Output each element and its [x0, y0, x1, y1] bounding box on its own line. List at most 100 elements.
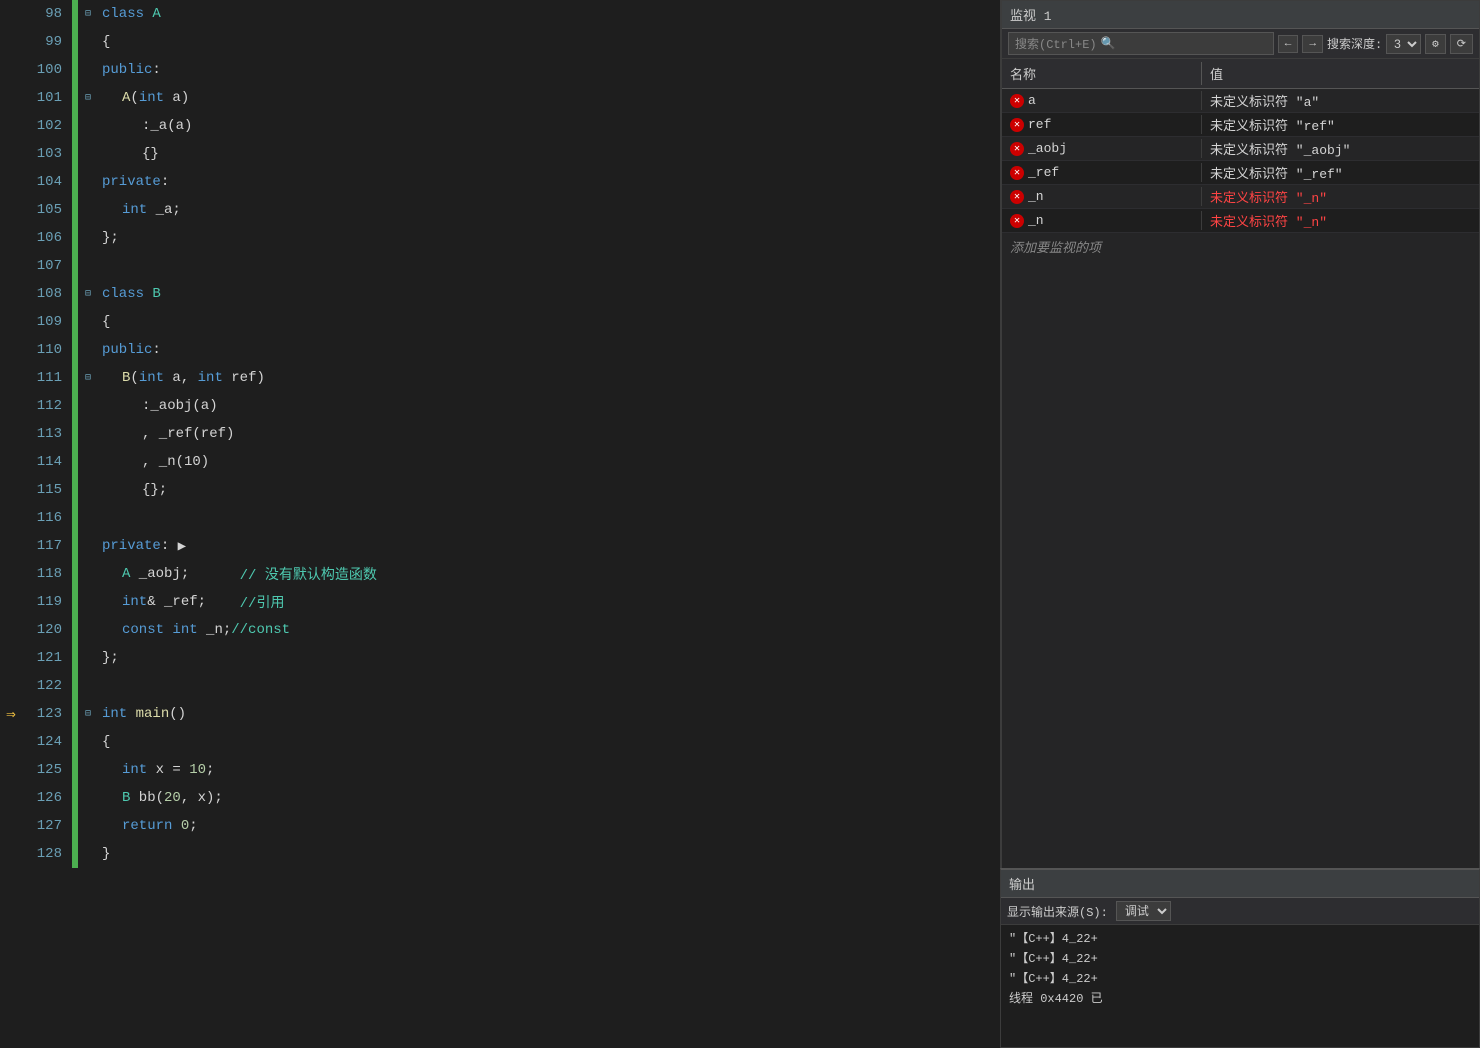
token: // 没有默认构造函数: [240, 564, 377, 584]
line-indicator: [0, 448, 22, 476]
line-indicator: [0, 616, 22, 644]
line-number: 100: [22, 56, 72, 84]
line-indicator: [0, 560, 22, 588]
token: (): [169, 706, 186, 722]
fold-indicator: [78, 644, 98, 672]
depth-select[interactable]: 3 1 2 5: [1386, 34, 1421, 54]
watch-row[interactable]: ✕_ref未定义标识符 "_ref": [1002, 161, 1479, 185]
code-line: 110public:: [0, 336, 1000, 364]
code-line: 111⊟B(int a, int ref): [0, 364, 1000, 392]
code-line: 127return 0;: [0, 812, 1000, 840]
code-line: 124{: [0, 728, 1000, 756]
token: [127, 706, 135, 722]
token: };: [102, 230, 119, 246]
forward-btn[interactable]: →: [1302, 35, 1323, 53]
token: {: [102, 734, 110, 750]
error-icon: ✕: [1010, 190, 1024, 204]
token: :_aobj(a): [142, 398, 218, 414]
line-number: 119: [22, 588, 72, 616]
token: B: [152, 286, 160, 302]
token: , _ref(ref): [142, 426, 234, 442]
token: {: [102, 314, 110, 330]
code-line: 113, _ref(ref): [0, 420, 1000, 448]
code-line: 100public:: [0, 56, 1000, 84]
fold-indicator[interactable]: ⊟: [78, 0, 98, 28]
token: ▶: [169, 538, 186, 555]
code-content: {: [98, 28, 1000, 56]
fold-indicator: [78, 588, 98, 616]
output-toolbar: 显示输出来源(S): 调试: [1001, 898, 1479, 925]
watch-cell-value: 未定义标识符 "ref": [1202, 113, 1479, 136]
watch-cell-name: ✕_n: [1002, 211, 1202, 230]
token: 20: [164, 790, 181, 806]
fold-indicator[interactable]: ⊟: [78, 700, 98, 728]
token: :_a(a): [142, 118, 192, 134]
fold-indicator[interactable]: ⊟: [78, 84, 98, 112]
watch-cell-name: ✕_ref: [1002, 163, 1202, 182]
watch-row[interactable]: ✕ref未定义标识符 "ref": [1002, 113, 1479, 137]
code-line: 103{}: [0, 140, 1000, 168]
fold-indicator[interactable]: ⊟: [78, 280, 98, 308]
output-line: 线程 0x4420 已: [1009, 989, 1471, 1009]
line-indicator: [0, 504, 22, 532]
fold-indicator[interactable]: ⊟: [78, 364, 98, 392]
code-content: [98, 252, 1000, 280]
output-title: 输出: [1009, 874, 1035, 893]
watch-cell-name: ✕_aobj: [1002, 139, 1202, 158]
fold-indicator: [78, 196, 98, 224]
code-content: int _a;: [98, 196, 1000, 224]
line-number: 109: [22, 308, 72, 336]
code-line: 117private: ▶: [0, 532, 1000, 560]
fold-indicator: [78, 56, 98, 84]
line-indicator: [0, 308, 22, 336]
line-number: 111: [22, 364, 72, 392]
line-indicator: [0, 756, 22, 784]
token: & _ref;: [147, 594, 239, 610]
settings-btn[interactable]: ⚙: [1425, 34, 1446, 54]
code-line: 112:_aobj(a): [0, 392, 1000, 420]
token: int: [122, 594, 147, 610]
code-line: 126B bb(20, x);: [0, 784, 1000, 812]
fold-indicator: [78, 28, 98, 56]
code-line: 102:_a(a): [0, 112, 1000, 140]
code-content: A _aobj; // 没有默认构造函数: [98, 560, 1000, 588]
fold-indicator: [78, 112, 98, 140]
back-btn[interactable]: ←: [1278, 35, 1299, 53]
watch-row[interactable]: ✕_n未定义标识符 "_n": [1002, 185, 1479, 209]
code-line: 106};: [0, 224, 1000, 252]
line-number: 103: [22, 140, 72, 168]
fold-indicator: [78, 616, 98, 644]
watch-row[interactable]: ✕_n未定义标识符 "_n": [1002, 209, 1479, 233]
token: //const: [231, 622, 290, 638]
watch-cell-value: 未定义标识符 "a": [1202, 89, 1479, 112]
line-number: 114: [22, 448, 72, 476]
search-box[interactable]: 搜索(Ctrl+E) 🔍: [1008, 32, 1274, 55]
watch-rows: ✕a未定义标识符 "a"✕ref未定义标识符 "ref"✕_aobj未定义标识符…: [1002, 89, 1479, 233]
code-content: int x = 10;: [98, 756, 1000, 784]
token: int: [139, 370, 164, 386]
watch-name-text: _n: [1028, 189, 1044, 204]
line-number: 117: [22, 532, 72, 560]
fold-indicator: [78, 252, 98, 280]
token: int: [122, 202, 147, 218]
code-content: [98, 504, 1000, 532]
source-select[interactable]: 调试: [1116, 901, 1171, 921]
token: , _n(10): [142, 454, 209, 470]
token: }: [102, 846, 110, 862]
watch-row[interactable]: ✕a未定义标识符 "a": [1002, 89, 1479, 113]
code-content: , _n(10): [98, 448, 1000, 476]
line-number: 126: [22, 784, 72, 812]
code-content: , _ref(ref): [98, 420, 1000, 448]
watch-row[interactable]: ✕_aobj未定义标识符 "_aobj": [1002, 137, 1479, 161]
add-watch-label[interactable]: 添加要监视的项: [1002, 233, 1479, 260]
line-indicator: [0, 392, 22, 420]
watch-cell-name: ✕a: [1002, 91, 1202, 110]
refresh-btn[interactable]: ⟳: [1450, 34, 1473, 54]
code-content: class A: [98, 0, 1000, 28]
col-name-header: 名称: [1002, 62, 1202, 85]
token: int: [198, 370, 223, 386]
code-editor: 98⊟class A99{100public:101⊟A(int a)102:_…: [0, 0, 1000, 1048]
error-icon: ✕: [1010, 94, 1024, 108]
watch-header: 名称 值: [1002, 59, 1479, 89]
token: int: [122, 762, 147, 778]
